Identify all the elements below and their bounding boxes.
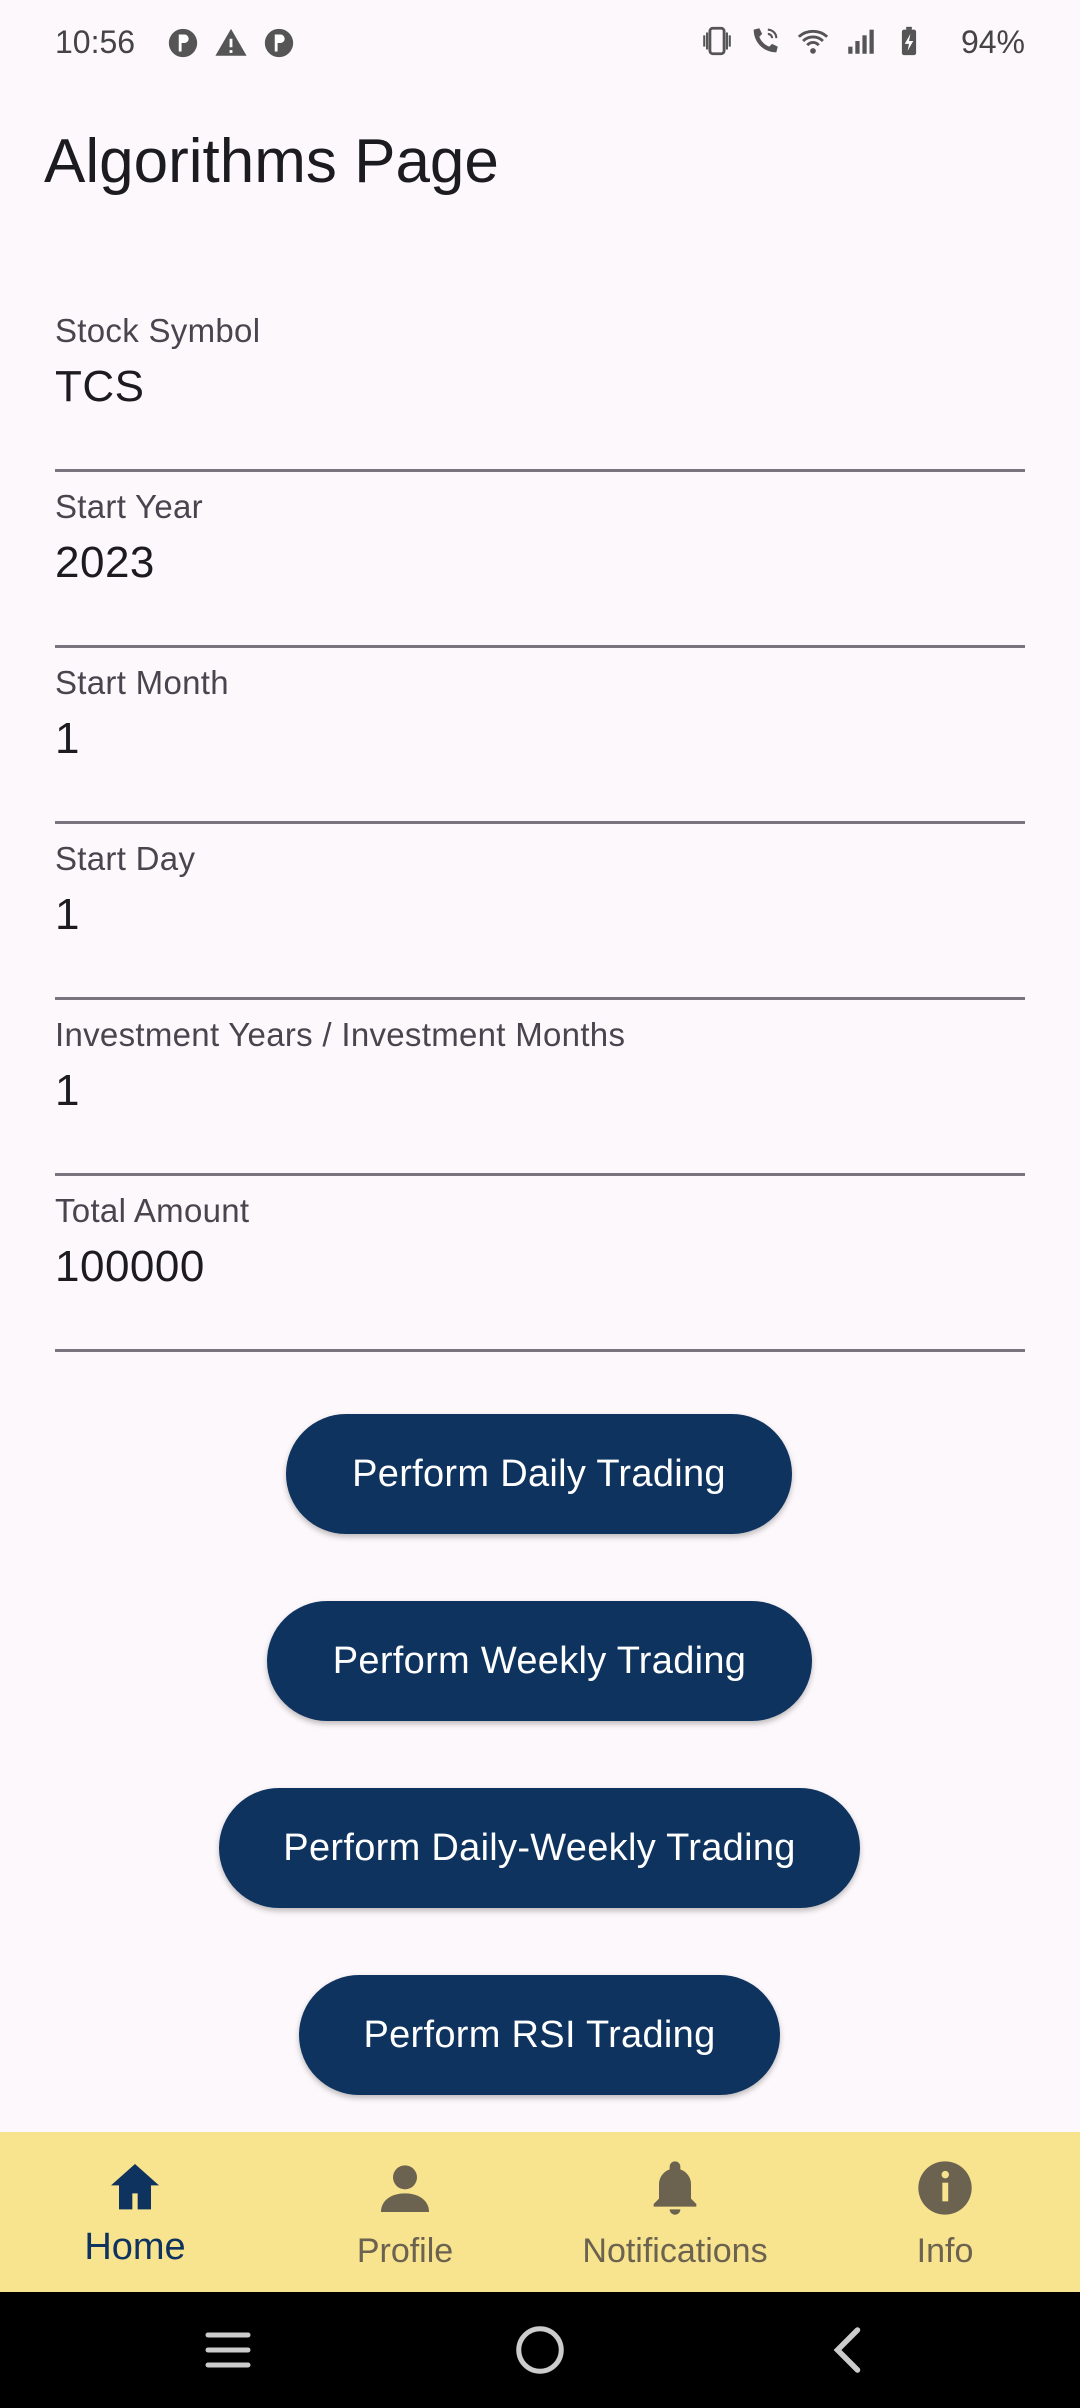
nav-item-info[interactable]: Info (810, 2132, 1080, 2292)
status-left-icons (166, 26, 296, 60)
field-label: Start Day (55, 840, 196, 877)
nav-label: Info (916, 2232, 974, 2270)
vibrate-icon (703, 26, 731, 56)
home-circle-icon[interactable] (510, 2320, 570, 2380)
field-value[interactable]: TCS (55, 362, 145, 412)
warning-icon (215, 28, 247, 56)
perform-rsi-trading-button[interactable]: Perform RSI Trading (299, 1975, 780, 2095)
home-icon (111, 2164, 159, 2210)
stock-symbol-field[interactable]: Stock Symbol TCS (55, 296, 1025, 472)
nav-label: Home (84, 2226, 186, 2268)
field-value[interactable]: 2023 (55, 538, 155, 588)
app-notification-icon (264, 28, 294, 58)
perform-daily-weekly-trading-button[interactable]: Perform Daily-Weekly Trading (219, 1788, 860, 1908)
wifi-icon (797, 29, 829, 54)
field-label: Stock Symbol (55, 312, 261, 349)
app-notification-icon (168, 28, 198, 58)
field-value[interactable]: 1 (55, 890, 80, 940)
system-navigation-bar (0, 2292, 1080, 2408)
battery-charging-icon (901, 26, 917, 56)
nav-label: Notifications (582, 2232, 768, 2270)
bell-icon (653, 2161, 697, 2215)
field-label: Start Month (55, 664, 229, 701)
battery-percentage: 94% (960, 24, 1025, 60)
back-icon[interactable] (820, 2320, 880, 2380)
page-title: Algorithms Page (44, 127, 499, 196)
status-bar: 10:56 94% (0, 0, 1080, 88)
field-value[interactable]: 1 (55, 714, 80, 764)
investment-period-field[interactable]: Investment Years / Investment Months 1 (55, 1000, 1025, 1176)
info-icon (918, 2161, 972, 2215)
field-underline (55, 1349, 1025, 1352)
nav-item-notifications[interactable]: Notifications (540, 2132, 810, 2292)
nav-item-profile[interactable]: Profile (270, 2132, 540, 2292)
start-day-field[interactable]: Start Day 1 (55, 824, 1025, 1000)
status-time: 10:56 (55, 24, 136, 60)
start-month-field[interactable]: Start Month 1 (55, 648, 1025, 824)
perform-daily-trading-button[interactable]: Perform Daily Trading (286, 1414, 792, 1534)
wifi-calling-icon (753, 28, 778, 53)
nav-label: Profile (356, 2232, 454, 2270)
perform-weekly-trading-button[interactable]: Perform Weekly Trading (267, 1601, 812, 1721)
signal-icon (848, 29, 874, 54)
field-label: Start Year (55, 488, 203, 525)
nav-item-home[interactable]: Home (0, 2132, 270, 2292)
start-year-field[interactable]: Start Year 2023 (55, 472, 1025, 648)
person-icon (381, 2165, 429, 2212)
field-value[interactable]: 1 (55, 1066, 80, 1116)
field-label: Total Amount (55, 1192, 250, 1229)
bottom-navigation-bar: Home Profile Notifications Info (0, 2132, 1080, 2292)
total-amount-field[interactable]: Total Amount 100000 (55, 1176, 1025, 1352)
recent-apps-icon[interactable] (198, 2320, 258, 2380)
field-value[interactable]: 100000 (55, 1242, 205, 1292)
field-label: Investment Years / Investment Months (55, 1016, 626, 1053)
status-right-icons (700, 24, 926, 58)
